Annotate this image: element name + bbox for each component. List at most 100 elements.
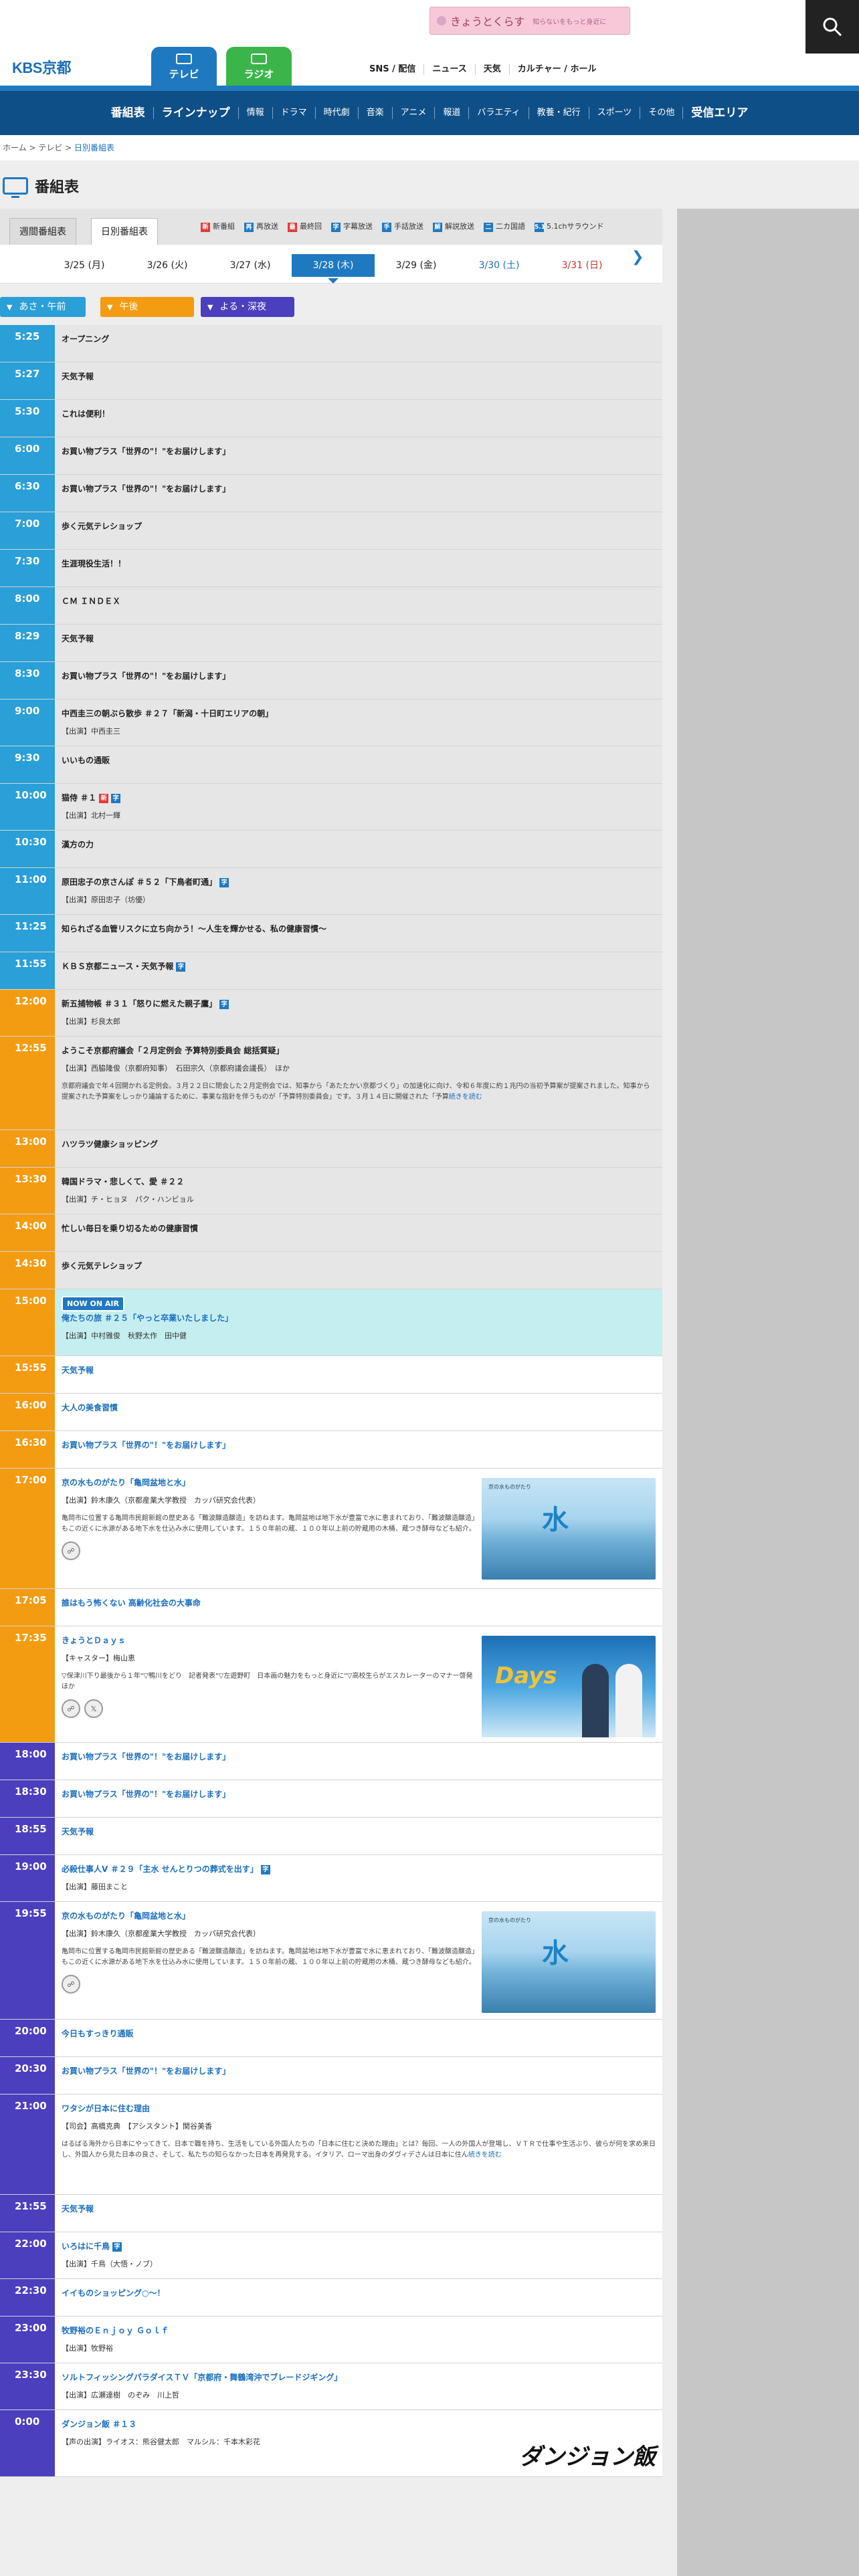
web-link-icon[interactable]: ☍ (62, 1699, 80, 1718)
program-title[interactable]: 大人の美食習慣 (62, 1402, 656, 1413)
nav-jidaigeki[interactable]: 時代劇 (314, 107, 358, 119)
program-row[interactable]: 21:00 ワタシが日本に住む理由 【司会】高橋克典 【アシスタント】関谷美香 はるば… (0, 2095, 662, 2195)
program-row[interactable]: 20:30 お買い物プラス「世界の"！"をお届けします」 (0, 2057, 662, 2095)
search-button[interactable] (805, 0, 859, 53)
program-row[interactable]: 12:55 ようこそ京都府議会「２月定例会 予算特別委員会 総括質疑」 【出演】西脇… (0, 1037, 662, 1130)
program-title[interactable]: イイものショッピング○～！ (62, 2287, 656, 2298)
program-row[interactable]: 8:00 ＣＭ ＩＮＤＥＸ (0, 587, 662, 625)
program-title[interactable]: オープニング (62, 333, 656, 344)
program-row[interactable]: 18:30 お買い物プラス「世界の"！"をお届けします」 (0, 1780, 662, 1818)
program-row[interactable]: 17:35 きょうとＤａｙｓ 【キャスター】梅山恵 ▽保津川下り最後から１年"▽鴨川を… (0, 1626, 662, 1743)
program-title[interactable]: 今日もすっきり通販 (62, 2028, 656, 2039)
program-title[interactable]: 牧野裕のＥｎｊｏｙ Ｇｏｌｆ (62, 2325, 656, 2336)
web-link-icon[interactable]: ☍ (62, 1541, 80, 1560)
program-title[interactable]: お買い物プラス「世界の"！"をお届けします」 (62, 445, 656, 457)
program-title[interactable]: お買い物プラス「世界の"！"をお届けします」 (62, 1751, 656, 1762)
program-title[interactable]: 原田忠子の京さんぽ ＃５２「下鳥者町通」 (62, 877, 217, 887)
breadcrumb-home[interactable]: ホーム (3, 143, 27, 152)
program-title[interactable]: 中西圭三の朝ぶら散歩 ＃２７「新潟・十日町エリアの朝」 (62, 708, 656, 719)
tab-weekly[interactable]: 週間番組表 (9, 218, 76, 245)
nav-sports[interactable]: スポーツ (588, 107, 640, 119)
date-0326[interactable]: 3/26 (火) (126, 254, 209, 277)
program-row-now-on-air[interactable]: 15:00 NOW ON AIR 俺たちの旅 ＃２５「やっと卒業いたしました」 【出演… (0, 1289, 662, 1356)
program-title[interactable]: 韓国ドラマ・悲しくて、愛 ＃２２ (62, 1176, 656, 1187)
period-morning-button[interactable]: ▼ あさ・午前 (0, 297, 86, 317)
program-row[interactable]: 7:00 歩く元気テレショップ (0, 512, 662, 550)
program-title[interactable]: 新五捕物帳 ＃３１「怒りに燃えた親子鷹」 (62, 999, 217, 1008)
program-row[interactable]: 9:00 中西圭三の朝ぶら散歩 ＃２７「新潟・十日町エリアの朝」 【出演】中西圭三 (0, 700, 662, 746)
program-row[interactable]: 18:00 お買い物プラス「世界の"！"をお届けします」 (0, 1743, 662, 1780)
nav-info[interactable]: 情報 (237, 107, 272, 119)
program-title[interactable]: 歩く元気テレショップ (62, 520, 656, 532)
nav-news[interactable]: ニュース (423, 64, 474, 75)
program-row[interactable]: 17:05 誰はもう怖くない 高齢化社会の大事命 (0, 1589, 662, 1626)
program-row[interactable]: 19:55 京の水ものがたり「亀岡盆地と水」 【出演】鈴木康久（京都産業大学教授 カ… (0, 1902, 662, 2020)
program-title[interactable]: 誰はもう怖くない 高齢化社会の大事命 (62, 1597, 656, 1608)
program-row[interactable]: 17:00 京の水ものがたり「亀岡盆地と水」 【出演】鈴木康久（京都産業大学教授 カ… (0, 1469, 662, 1589)
read-more-link[interactable]: 続きを読む (468, 2151, 502, 2159)
program-row[interactable]: 6:00 お買い物プラス「世界の"！"をお届けします」 (0, 437, 662, 475)
program-thumbnail[interactable]: 京の水ものがたり水 (482, 1911, 656, 2013)
breadcrumb-tv[interactable]: テレビ (38, 143, 62, 152)
program-row[interactable]: 14:00 忙しい毎日を乗り切るための健康習慣 (0, 1214, 662, 1252)
period-afternoon-button[interactable]: ▼ 午後 (100, 297, 194, 317)
program-row[interactable]: 16:00 大人の美食習慣 (0, 1394, 662, 1431)
date-0327[interactable]: 3/27 (水) (209, 254, 292, 277)
program-row[interactable]: 14:30 歩く元気テレショップ (0, 1252, 662, 1289)
nav-anime[interactable]: アニメ (391, 107, 435, 119)
program-row[interactable]: 5:27 天気予報 (0, 362, 662, 400)
program-title[interactable]: ソルトフィッシングパラダイスＴＶ「京都府・舞鶴湾沖でブレードジギング」 (62, 2371, 656, 2383)
program-title[interactable]: お買い物プラス「世界の"！"をお届けします」 (62, 1439, 656, 1451)
program-title[interactable]: 歩く元気テレショップ (62, 1260, 656, 1271)
nav-music[interactable]: 音楽 (357, 107, 392, 119)
nav-sns[interactable]: SNS / 配信 (361, 64, 423, 75)
date-0325[interactable]: 3/25 (月) (43, 254, 126, 277)
tab-tv[interactable]: テレビ (151, 47, 217, 87)
program-title[interactable]: これは便利！ (62, 408, 656, 419)
tab-daily[interactable]: 日別番組表 (91, 218, 158, 245)
tab-radio[interactable]: ラジオ (226, 47, 292, 87)
program-title[interactable]: 知られざる血管リスクに立ち向かう！～人生を輝かせる、私の健康習慣～ (62, 923, 656, 934)
program-row[interactable]: 12:00 新五捕物帳 ＃３１「怒りに燃えた親子鷹」字【出演】杉良太郎 (0, 990, 662, 1037)
program-row[interactable]: 5:30 これは便利！ (0, 400, 662, 437)
program-title[interactable]: いろはに千鳥 (62, 2242, 110, 2251)
program-row[interactable]: 5:25 オープニング (0, 325, 662, 362)
program-row[interactable]: 6:30 お買い物プラス「世界の"！"をお届けします」 (0, 475, 662, 512)
program-row[interactable]: 11:00 原田忠子の京さんぽ ＃５２「下鳥者町通」字【出演】原田忠子（坊優） (0, 868, 662, 915)
program-title[interactable]: 天気予報 (62, 1364, 656, 1376)
program-title[interactable]: ＫＢＳ京都ニュース・天気予報 (62, 962, 173, 971)
program-title[interactable]: 天気予報 (62, 370, 656, 382)
nav-lineup[interactable]: ラインナップ (153, 107, 238, 119)
program-title[interactable]: お買い物プラス「世界の"！"をお届けします」 (62, 2065, 656, 2076)
program-row[interactable]: 23:30 ソルトフィッシングパラダイスＴＶ「京都府・舞鶴湾沖でブレードジギング」… (0, 2363, 662, 2410)
program-title[interactable]: お買い物プラス「世界の"！"をお届けします」 (62, 670, 656, 681)
program-title[interactable]: お買い物プラス「世界の"！"をお届けします」 (62, 1788, 656, 1800)
program-thumbnail[interactable]: 京の水ものがたり水 (482, 1478, 656, 1580)
read-more-link[interactable]: 続きを読む (449, 1093, 482, 1101)
program-row[interactable]: 8:30 お買い物プラス「世界の"！"をお届けします」 (0, 662, 662, 700)
program-title[interactable]: 天気予報 (62, 2203, 656, 2214)
kyoto-kurasu-banner[interactable]: きょうとくらす 知らないをもっと身近に (430, 7, 630, 35)
program-row[interactable]: 10:30 漢方の力 (0, 831, 662, 868)
x-icon[interactable]: 𝕏 (84, 1699, 103, 1718)
program-title[interactable]: ＣＭ ＩＮＤＥＸ (62, 595, 656, 607)
program-title[interactable]: ワタシが日本に住む理由 (62, 2103, 656, 2114)
program-row[interactable]: 10:00 猫侍 ＃１ 新字【出演】北村一輝 (0, 784, 662, 831)
program-row[interactable]: 8:29 天気予報 (0, 625, 662, 662)
program-title[interactable]: 猫侍 ＃１ (62, 793, 96, 802)
program-title[interactable]: ハツラツ健康ショッピング (62, 1138, 656, 1150)
nav-weather[interactable]: 天気 (474, 64, 509, 75)
nav-other[interactable]: その他 (640, 107, 682, 119)
nav-reception-area[interactable]: 受信エリア (682, 107, 756, 119)
nav-drama[interactable]: ドラマ (272, 107, 315, 119)
program-row[interactable]: 13:30 韓国ドラマ・悲しくて、愛 ＃２２ 【出演】チ・ヒョヌ パク・ハンビョル (0, 1168, 662, 1214)
program-row[interactable]: 11:55 ＫＢＳ京都ニュース・天気予報字 (0, 952, 662, 990)
program-row[interactable]: 13:00 ハツラツ健康ショッピング (0, 1130, 662, 1168)
date-0330[interactable]: 3/30 (土) (458, 254, 541, 277)
period-night-button[interactable]: ▼ よる・深夜 (201, 297, 294, 317)
program-title[interactable]: お買い物プラス「世界の"！"をお届けします」 (62, 483, 656, 494)
program-title[interactable]: いいもの通販 (62, 754, 656, 766)
program-row[interactable]: 21:55 天気予報 (0, 2195, 662, 2232)
program-title[interactable]: ダンジョン飯 ＃１３ (62, 2418, 656, 2430)
program-row[interactable]: 0:00 ダンジョン飯 ＃１３ 【声の出演】ライオス：熊谷健太郎 マルシル：千本木彩… (0, 2410, 662, 2477)
